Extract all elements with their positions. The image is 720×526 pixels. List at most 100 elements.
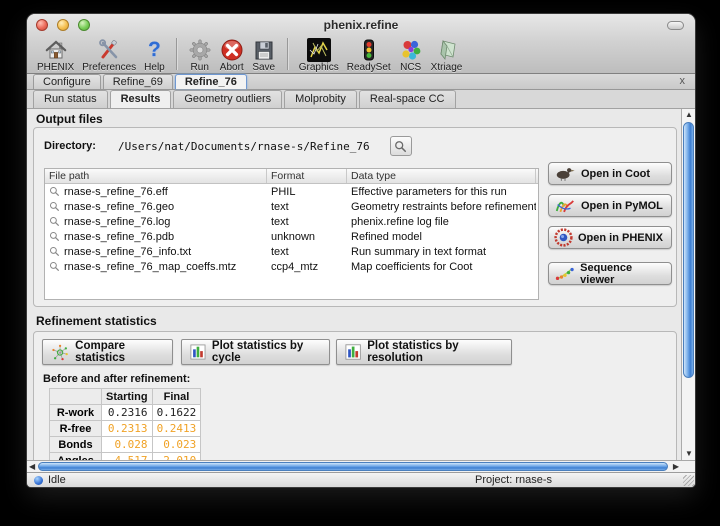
tab-close-icon[interactable]: x bbox=[677, 75, 689, 88]
subtab-geometry-outliers[interactable]: Geometry outliers bbox=[173, 90, 282, 108]
button-label: Compare statistics bbox=[75, 340, 164, 364]
magnifier-icon bbox=[49, 231, 60, 242]
tab-label: Refine_76 bbox=[185, 76, 237, 88]
tab-refine-76[interactable]: Refine_76 bbox=[175, 74, 247, 89]
tab-refine-69[interactable]: Refine_69 bbox=[103, 74, 173, 89]
subtab-results[interactable]: Results bbox=[110, 90, 172, 108]
stat-label: Angles bbox=[50, 453, 102, 461]
toolbar-button-run[interactable]: Run bbox=[186, 37, 214, 73]
toolbar-toggle-lozenge[interactable] bbox=[667, 21, 684, 30]
magnifier-icon bbox=[49, 201, 60, 212]
browse-directory-button[interactable] bbox=[390, 136, 412, 156]
abort-x-icon bbox=[220, 37, 244, 62]
compare-statistics-button[interactable]: Compare statistics bbox=[42, 339, 173, 365]
home-icon bbox=[44, 37, 68, 62]
file-data-type: Effective parameters for this run bbox=[347, 186, 536, 198]
output-files-table: File path Format Data type rnase-s_refin… bbox=[44, 168, 539, 300]
toolbar-button-abort[interactable]: Abort bbox=[218, 37, 246, 73]
column-header-file-path[interactable]: File path bbox=[45, 169, 267, 183]
files-table-header[interactable]: File path Format Data type bbox=[45, 169, 538, 184]
status-text: Idle bbox=[48, 474, 66, 486]
file-path: rnase-s_refine_76.log bbox=[64, 216, 170, 228]
file-data-type: phenix.refine log file bbox=[347, 216, 536, 228]
stats-header-row: Starting Final bbox=[50, 389, 201, 405]
toolbar-label: Preferences bbox=[82, 62, 136, 73]
file-format: ccp4_mtz bbox=[267, 261, 347, 273]
open-in-coot-button[interactable]: Open in Coot bbox=[548, 162, 672, 185]
scroll-up-arrow-icon[interactable]: ▲ bbox=[682, 110, 695, 120]
tools-icon bbox=[97, 37, 121, 62]
horizontal-scrollbar[interactable]: ◀ ▶ bbox=[27, 460, 695, 472]
toolbar-label: Save bbox=[252, 62, 275, 73]
status-sphere-icon bbox=[34, 476, 43, 485]
table-row[interactable]: rnase-s_refine_76.pdb unknown Refined mo… bbox=[45, 229, 538, 244]
toolbar-label: NCS bbox=[400, 62, 421, 73]
toolbar-separator bbox=[287, 38, 288, 70]
subtab-label: Results bbox=[121, 93, 161, 105]
toolbar-label: Graphics bbox=[299, 62, 339, 73]
stats-col-final: Final bbox=[152, 389, 201, 405]
magnifier-icon bbox=[49, 246, 60, 257]
floppy-icon bbox=[252, 37, 276, 62]
minimize-window-button[interactable] bbox=[57, 19, 69, 31]
subtab-run-status[interactable]: Run status bbox=[33, 90, 108, 108]
vertical-scrollbar[interactable]: ▲ ▼ bbox=[681, 109, 695, 460]
toolbar-button-graphics[interactable]: Graphics bbox=[297, 37, 341, 73]
stat-starting-value: 0.2316 bbox=[102, 405, 153, 421]
horizontal-scrollbar-thumb[interactable] bbox=[38, 462, 668, 471]
tab-configure[interactable]: Configure bbox=[33, 74, 101, 89]
toolbar-button-help[interactable]: ? Help bbox=[142, 37, 167, 73]
subtab-label: Real-space CC bbox=[370, 93, 445, 105]
subtab-real-space-cc[interactable]: Real-space CC bbox=[359, 90, 456, 108]
toolbar-button-phenix[interactable]: PHENIX bbox=[35, 37, 76, 73]
file-data-type: Map coefficients for Coot bbox=[347, 261, 536, 273]
close-window-button[interactable] bbox=[36, 19, 48, 31]
stats-corner-cell bbox=[50, 389, 102, 405]
toolbar-button-preferences[interactable]: Preferences bbox=[80, 37, 138, 73]
stat-starting-value: 0.2313 bbox=[102, 421, 153, 437]
magnifier-icon bbox=[49, 216, 60, 227]
toolbar-label: PHENIX bbox=[37, 62, 74, 73]
zoom-window-button[interactable] bbox=[78, 19, 90, 31]
vertical-scrollbar-thumb[interactable] bbox=[683, 122, 694, 378]
toolbar-button-ncs[interactable]: NCS bbox=[397, 37, 425, 73]
subtab-label: Run status bbox=[44, 93, 97, 105]
resize-grip[interactable] bbox=[683, 475, 694, 486]
tab-label: Configure bbox=[43, 76, 91, 88]
subtab-molprobity[interactable]: Molprobity bbox=[284, 90, 357, 108]
crystal-icon bbox=[435, 37, 459, 62]
stat-final-value: 0.023 bbox=[152, 437, 201, 453]
title-bar: phenix.refine bbox=[27, 14, 695, 36]
plot-statistics-by-cycle-button[interactable]: Plot statistics by cycle bbox=[181, 339, 330, 365]
toolbar-button-save[interactable]: Save bbox=[250, 37, 278, 73]
table-row[interactable]: rnase-s_refine_76_info.txt text Run summ… bbox=[45, 244, 538, 259]
scroll-down-arrow-icon[interactable]: ▼ bbox=[682, 449, 695, 459]
table-row[interactable]: rnase-s_refine_76.eff PHIL Effective par… bbox=[45, 184, 538, 199]
table-row[interactable]: rnase-s_refine_76.log text phenix.refine… bbox=[45, 214, 538, 229]
sequence-viewer-button[interactable]: Sequence viewer bbox=[548, 262, 672, 285]
file-format: PHIL bbox=[267, 186, 347, 198]
stat-starting-value: 0.028 bbox=[102, 437, 153, 453]
stat-label: Bonds bbox=[50, 437, 102, 453]
subtab-label: Molprobity bbox=[295, 93, 346, 105]
stat-final-value: 2.010 bbox=[152, 453, 201, 461]
results-scroll-area: Output files Directory: /Users/nat/Docum… bbox=[27, 109, 695, 460]
window-title: phenix.refine bbox=[27, 18, 695, 32]
open-in-pymol-button[interactable]: Open in PyMOL bbox=[548, 194, 672, 217]
toolbar-button-readyset[interactable]: ReadySet bbox=[345, 37, 393, 73]
table-row[interactable]: rnase-s_refine_76.geo text Geometry rest… bbox=[45, 199, 538, 214]
column-header-data-type[interactable]: Data type bbox=[347, 169, 536, 183]
table-row[interactable]: rnase-s_refine_76_map_coeffs.mtz ccp4_mt… bbox=[45, 259, 538, 274]
button-label: Plot statistics by resolution bbox=[367, 340, 503, 364]
traffic-light-icon bbox=[357, 37, 381, 62]
column-header-format[interactable]: Format bbox=[267, 169, 347, 183]
file-format: unknown bbox=[267, 231, 347, 243]
colored-cluster-icon bbox=[399, 37, 423, 62]
toolbar-button-xtriage[interactable]: Xtriage bbox=[429, 37, 465, 73]
stats-row-r-work: R-work 0.2316 0.1622 bbox=[50, 405, 201, 421]
coot-bird-icon bbox=[554, 166, 576, 181]
open-in-phenix-button[interactable]: Open in PHENIX bbox=[548, 226, 672, 249]
phenix-logo-icon bbox=[554, 228, 573, 247]
tab-label: Refine_69 bbox=[113, 76, 163, 88]
plot-statistics-by-resolution-button[interactable]: Plot statistics by resolution bbox=[336, 339, 512, 365]
